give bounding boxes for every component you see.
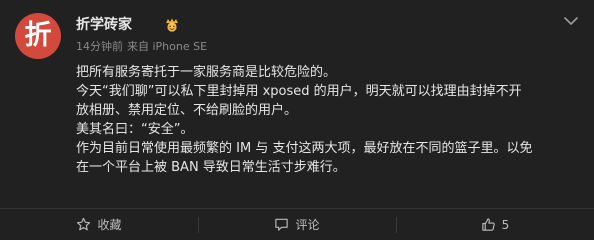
post-line: 放相册、禁用定位、不给刷脸的用户。 bbox=[76, 103, 298, 118]
post-line: 作为目前日常使用最频繁的 IM 与 支付这两大项，最好放在不同的篮子里。以免 bbox=[76, 141, 533, 156]
post-line: 在一个平台上被 BAN 导致日常生活寸步难行。 bbox=[76, 160, 346, 175]
post-line: 美其名曰：“安全”。 bbox=[76, 122, 194, 137]
like-count: 5 bbox=[501, 217, 510, 232]
weibo-post-card: 折 折学砖家 14分钟前 来自 iPhone SE 把所有服务寄托于一家服务商是比… bbox=[0, 0, 594, 240]
chevron-down-icon[interactable] bbox=[562, 14, 580, 28]
collect-label: 收藏 bbox=[97, 218, 122, 232]
post-source: 来自 iPhone SE bbox=[127, 40, 208, 53]
like-button[interactable]: 5 bbox=[396, 209, 594, 240]
avatar-text: 折 bbox=[24, 20, 52, 51]
post-meta: 14分钟前 来自 iPhone SE bbox=[76, 40, 211, 54]
comment-button[interactable]: 评论 bbox=[198, 209, 396, 240]
thumbs-up-icon bbox=[481, 218, 495, 231]
post-time[interactable]: 14分钟前 bbox=[76, 40, 123, 53]
user-name[interactable]: 折学砖家 bbox=[76, 16, 132, 34]
comment-label: 评论 bbox=[295, 218, 320, 232]
avatar[interactable]: 折 bbox=[15, 13, 61, 59]
vip-emoji-badge-icon bbox=[166, 18, 178, 32]
post-line: 今天“我们聊”可以私下里封掉用 xposed 的用户，明天就可以找理由封掉不开 bbox=[76, 84, 522, 99]
collect-button[interactable]: 收藏 bbox=[0, 209, 198, 240]
star-icon bbox=[77, 217, 91, 231]
post-line: 把所有服务寄托于一家服务商是比较危险的。 bbox=[76, 65, 337, 80]
post-text: 把所有服务寄托于一家服务商是比较危险的。 今天“我们聊”可以私下里封掉用 xpo… bbox=[76, 63, 576, 177]
comment-icon bbox=[275, 218, 289, 231]
